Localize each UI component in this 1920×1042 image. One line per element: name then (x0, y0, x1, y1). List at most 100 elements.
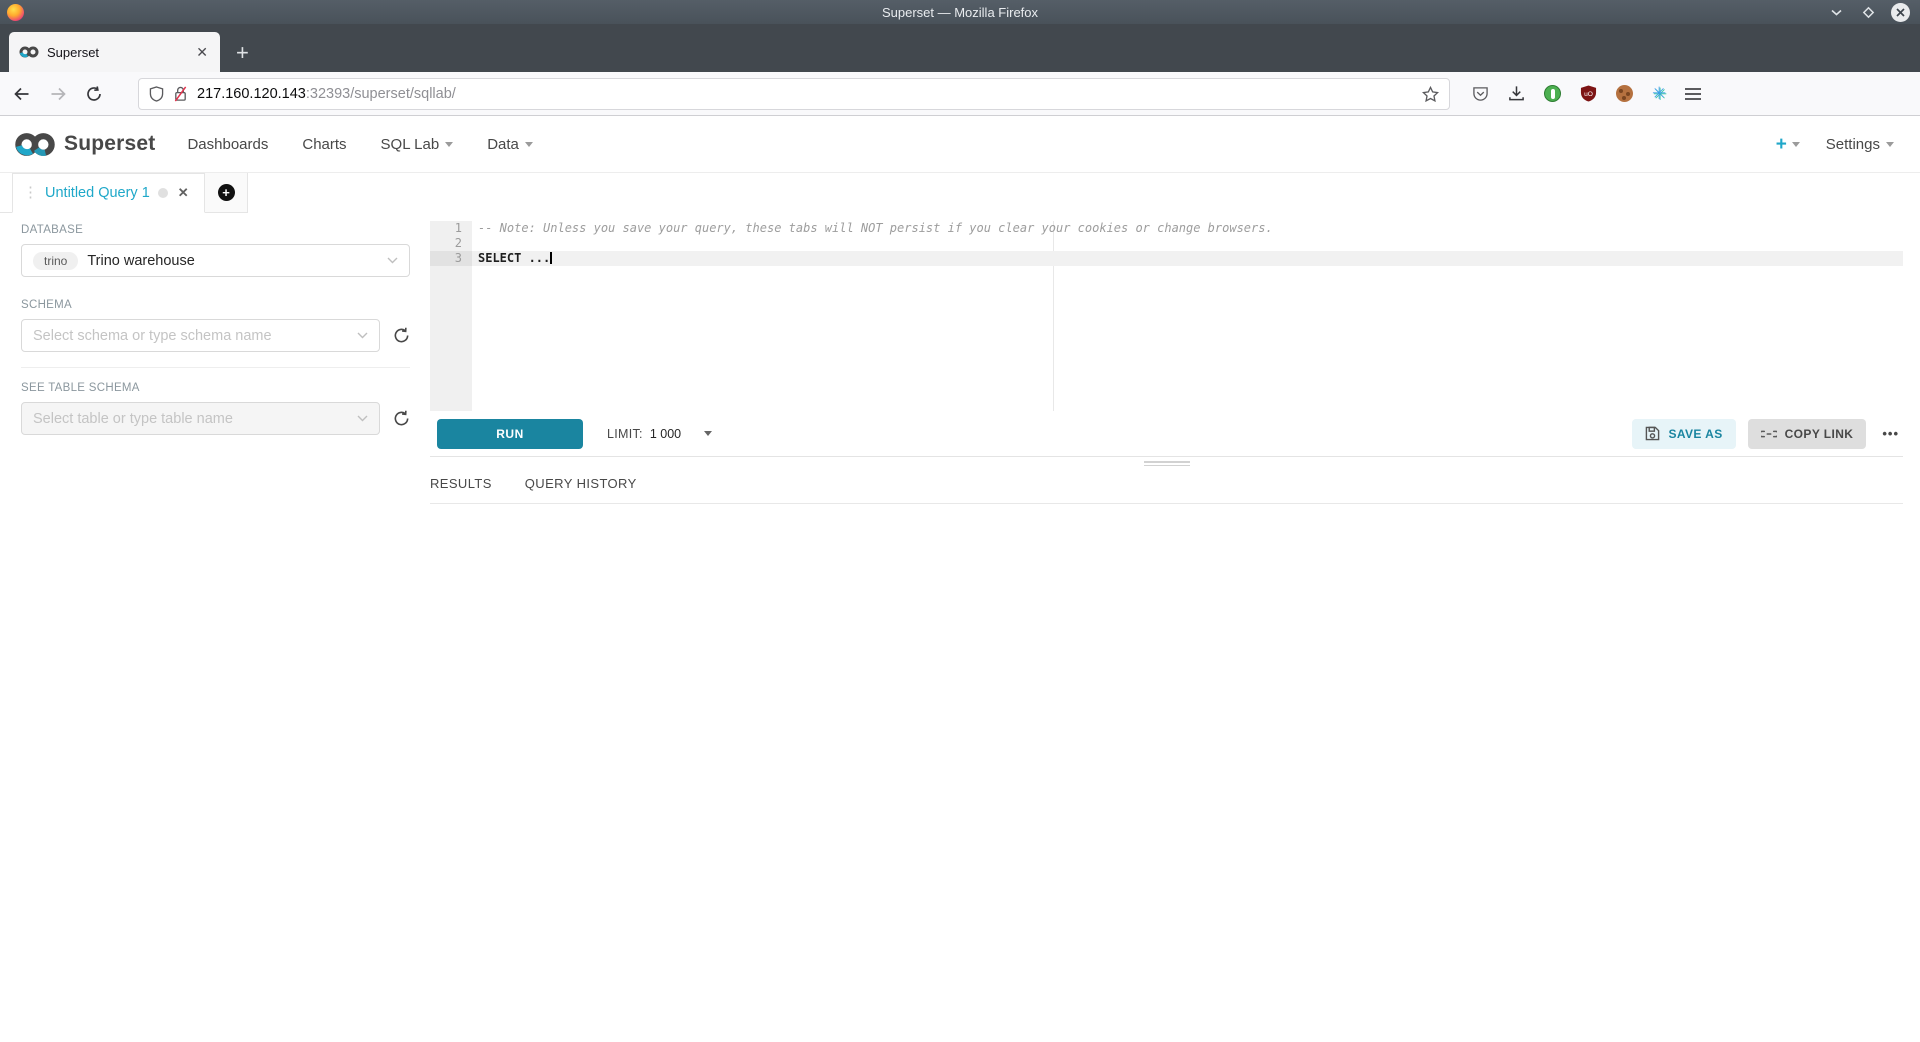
extension-privacy-icon[interactable] (1544, 85, 1561, 102)
tracking-shield-icon[interactable] (149, 86, 164, 102)
downloads-icon[interactable] (1508, 85, 1525, 102)
sql-comment-line: -- Note: Unless you save your query, the… (478, 221, 1273, 235)
chevron-down-icon (1886, 142, 1894, 147)
database-backend-pill: trino (33, 252, 78, 270)
query-status-dot (158, 188, 168, 198)
new-tab-button[interactable]: + (236, 42, 249, 64)
limit-label: LIMIT: (607, 427, 643, 441)
editor-gutter: 1 2 3 (430, 221, 472, 411)
editor-toolbar: RUN LIMIT: 1 000 SAVE AS (430, 411, 1903, 457)
table-select[interactable]: Select table or type table name (21, 402, 380, 435)
save-as-button[interactable]: SAVE AS (1632, 419, 1735, 449)
sql-statement-line: SELECT ... (478, 251, 550, 265)
add-query-tab-button[interactable]: + (205, 173, 248, 212)
save-icon (1645, 426, 1660, 441)
sidebar-divider (21, 367, 410, 368)
nav-item-dashboards[interactable]: Dashboards (187, 136, 268, 153)
text-cursor (550, 252, 552, 264)
brand-name: Superset (64, 132, 155, 156)
copy-link-label: COPY LINK (1785, 427, 1854, 441)
link-icon (1761, 426, 1777, 442)
reload-icon[interactable] (86, 86, 102, 102)
line-number-active: 3 (430, 251, 472, 266)
plus-circle-icon: + (218, 184, 235, 201)
chevron-down-icon (357, 332, 368, 339)
new-item-button[interactable]: + (1776, 135, 1800, 154)
browser-tab-title: Superset (47, 45, 186, 60)
tab-close-icon[interactable]: ✕ (194, 43, 210, 61)
refresh-icon (393, 327, 410, 344)
sql-lab-main: DATABASE trino Trino warehouse SCHEMA Se… (0, 213, 1920, 504)
run-query-button[interactable]: RUN (437, 419, 583, 449)
nav-label: Data (487, 136, 519, 153)
browser-tab-strip: Superset ✕ + (0, 24, 1920, 72)
more-actions-button[interactable]: ••• (1878, 426, 1903, 441)
schema-select-placeholder: Select schema or type schema name (33, 328, 348, 344)
query-tab-label: Untitled Query 1 (45, 185, 150, 201)
superset-logo[interactable]: Superset (14, 131, 155, 158)
query-tab-strip: ⋮ Untitled Query 1 ✕ + (0, 173, 248, 213)
database-select[interactable]: trino Trino warehouse (21, 244, 410, 277)
superset-navbar: Superset Dashboards Charts SQL Lab Data … (0, 116, 1920, 173)
database-label: DATABASE (21, 224, 410, 236)
maximize-button[interactable] (1859, 3, 1877, 21)
back-icon[interactable] (14, 87, 30, 101)
results-tab-bar: RESULTS QUERY HISTORY (430, 476, 1903, 504)
nav-label: Dashboards (187, 136, 268, 153)
nav-label: Charts (302, 136, 346, 153)
sql-lab-sidebar: DATABASE trino Trino warehouse SCHEMA Se… (0, 213, 430, 435)
tab-query-history[interactable]: QUERY HISTORY (525, 476, 637, 491)
forward-icon[interactable] (50, 87, 66, 101)
chevron-down-icon (357, 415, 368, 422)
query-tab-active[interactable]: ⋮ Untitled Query 1 ✕ (12, 173, 205, 213)
extension-cookie-icon[interactable] (1616, 85, 1633, 102)
save-as-label: SAVE AS (1668, 427, 1722, 441)
query-tab-close-icon[interactable]: ✕ (178, 185, 189, 201)
insecure-lock-icon[interactable] (173, 86, 188, 102)
line-number: 2 (430, 236, 472, 251)
chevron-down-icon (387, 257, 398, 264)
drag-handle-icon[interactable]: ⋮ (23, 186, 37, 200)
sql-code-editor[interactable]: 1 2 3 -- Note: Unless you save your quer… (430, 221, 1903, 411)
database-select-value: Trino warehouse (87, 253, 378, 269)
extension-ublock-icon[interactable]: uO (1580, 85, 1597, 102)
browser-tab[interactable]: Superset ✕ (9, 32, 220, 72)
menu-icon[interactable] (1685, 88, 1701, 100)
refresh-icon (393, 410, 410, 427)
refresh-tables-button[interactable] (393, 410, 410, 427)
limit-dropdown[interactable]: LIMIT: 1 000 (607, 427, 712, 441)
schema-select[interactable]: Select schema or type schema name (21, 319, 380, 352)
schema-label: SCHEMA (21, 299, 410, 311)
superset-favicon-icon (19, 45, 39, 59)
settings-menu[interactable]: Settings (1826, 136, 1894, 153)
chevron-down-icon (525, 142, 533, 147)
chevron-down-icon (1792, 142, 1800, 147)
plus-icon: + (1776, 135, 1787, 154)
nav-item-sql-lab[interactable]: SQL Lab (381, 136, 454, 153)
close-button[interactable] (1891, 3, 1910, 22)
tab-results[interactable]: RESULTS (430, 476, 492, 491)
os-titlebar: Superset — Mozilla Firefox (0, 0, 1920, 24)
url-text: 217.160.120.143:32393/superset/sqllab/ (197, 86, 1413, 102)
nav-item-charts[interactable]: Charts (302, 136, 346, 153)
url-host: 217.160.120.143 (197, 86, 306, 102)
line-number: 1 (430, 221, 472, 236)
settings-label: Settings (1826, 136, 1880, 153)
minimize-button[interactable] (1827, 3, 1845, 21)
refresh-schemas-button[interactable] (393, 327, 410, 344)
table-schema-label: SEE TABLE SCHEMA (21, 382, 410, 394)
pocket-icon[interactable] (1472, 86, 1489, 102)
svg-text:uO: uO (1584, 91, 1593, 98)
chevron-down-icon (445, 142, 453, 147)
window-title: Superset — Mozilla Firefox (0, 5, 1920, 20)
copy-link-button[interactable]: COPY LINK (1748, 419, 1867, 449)
pane-resize-handle[interactable] (430, 457, 1903, 470)
nav-item-data[interactable]: Data (487, 136, 533, 153)
url-bar[interactable]: 217.160.120.143:32393/superset/sqllab/ (138, 78, 1450, 110)
bookmark-star-icon[interactable] (1422, 86, 1439, 102)
url-path: :32393/superset/sqllab/ (306, 86, 456, 102)
table-select-placeholder: Select table or type table name (33, 411, 348, 427)
browser-toolbar: 217.160.120.143:32393/superset/sqllab/ u… (0, 72, 1920, 116)
extension-asterisk-icon[interactable]: ✳ (1652, 85, 1666, 102)
sql-editor-pane: 1 2 3 -- Note: Unless you save your quer… (430, 221, 1903, 504)
